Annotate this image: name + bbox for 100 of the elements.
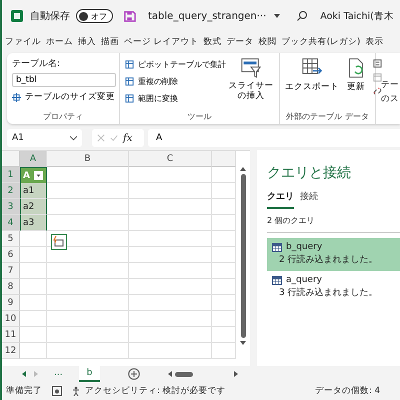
grid-cell[interactable] [20,327,47,343]
grid-cell[interactable] [47,279,129,295]
grid-cell[interactable] [20,247,47,263]
horizontal-scrollbar[interactable] [175,372,194,376]
grid-cell[interactable] [47,199,129,215]
grid-cell[interactable] [129,311,212,327]
grid-cell[interactable] [212,247,236,263]
query-item[interactable]: a_query 3 行読み込まれました。 [267,271,400,304]
unlink-icon[interactable] [373,87,382,96]
row-header[interactable]: 9 [2,295,20,311]
ribbon-button-label[interactable]: のス [381,93,399,105]
scroll-left-icon[interactable] [168,371,172,377]
next-sheet-icon[interactable] [34,371,38,377]
save-icon[interactable] [123,10,136,22]
menu-tab[interactable]: ブック共有(レガシ) [282,36,360,48]
grid-cell[interactable] [129,327,212,343]
grid-cell[interactable] [20,295,47,311]
menu-tab[interactable]: 数式 [204,36,222,48]
grid-cell[interactable] [212,263,236,279]
grid-cell[interactable] [20,231,47,247]
tool-button[interactable]: 重複の削除 [125,74,226,88]
table-cell[interactable]: a3 [20,215,47,231]
user-name[interactable]: Aoki Taichi(青木 [320,10,394,22]
table-cell[interactable]: a1 [20,183,47,199]
grid-cell[interactable] [129,183,212,199]
menu-tab[interactable]: データ [226,36,254,48]
menu-tab[interactable]: 表示 [365,36,384,48]
scroll-right-icon[interactable] [234,371,238,377]
column-header[interactable]: B [47,151,129,167]
grid-cell[interactable] [47,343,129,359]
file-name[interactable]: table_query_strangen··· [148,10,266,22]
table-cell[interactable]: a2 [20,199,47,215]
grid-cell[interactable] [47,215,129,231]
grid-cell[interactable] [20,263,47,279]
grid-cell[interactable] [129,343,212,359]
table-name-field[interactable]: b_tbl [12,73,116,87]
grid-cell[interactable] [47,327,129,343]
accessibility-status[interactable]: アクセシビリティ: 検討が必要です [72,385,226,397]
grid-cell[interactable] [129,231,212,247]
row-header[interactable]: 1 [2,167,20,183]
add-sheet-icon[interactable] [128,368,140,380]
resize-table-button[interactable]: テーブルのサイズ変更 [12,90,114,104]
grid-cell[interactable] [20,343,47,359]
grid-cell[interactable] [129,279,212,295]
insert-slicer-button[interactable]: スライサーの挿入 [228,57,274,111]
grid-cell[interactable] [47,311,129,327]
grid-cell[interactable] [47,263,129,279]
pane-tab[interactable]: クエリ [267,190,294,209]
grid-cell[interactable] [212,295,236,311]
grid-cell[interactable] [129,263,212,279]
sheet-tab[interactable]: ... [46,366,71,382]
grid-cell[interactable] [212,311,236,327]
scroll-up-icon[interactable] [240,167,246,171]
grid-cell[interactable] [129,167,212,183]
grid-cell[interactable] [47,295,129,311]
grid-cell[interactable] [129,247,212,263]
query-item[interactable]: b_query 2 行読み込まれました。 [267,238,400,271]
grid-cell[interactable] [20,279,47,295]
grid-cell[interactable] [212,231,236,247]
row-header[interactable]: 11 [2,327,20,343]
select-all-corner[interactable] [2,151,20,167]
check-icon[interactable] [110,134,118,142]
row-header[interactable]: 5 [2,231,20,247]
ribbon-button-label[interactable]: テー [381,79,399,91]
row-header[interactable]: 6 [2,247,20,263]
grid-cell[interactable] [212,183,236,199]
grid-cell[interactable] [20,311,47,327]
refresh-button[interactable]: 更新 [345,57,367,111]
row-header[interactable]: 12 [2,343,20,359]
export-button[interactable]: エクスポート [285,57,339,111]
autosave-toggle[interactable]: オフ [76,9,113,23]
formula-field[interactable]: A [148,129,400,147]
grid-cell[interactable] [212,327,236,343]
pane-tab[interactable]: 接続 [300,190,318,209]
macro-record-icon[interactable] [52,386,62,396]
row-header[interactable]: 8 [2,279,20,295]
grid-cell[interactable] [212,167,236,183]
grid-cell[interactable] [212,279,236,295]
filter-dropdown-icon[interactable] [34,171,43,180]
row-header[interactable]: 7 [2,263,20,279]
browser-icon[interactable] [373,73,382,82]
menu-tab[interactable]: ファイル [5,36,41,48]
tool-button[interactable]: ピボットテーブルで集計 [125,57,226,71]
grid-cell[interactable] [212,199,236,215]
menu-tab[interactable]: 描画 [101,36,119,48]
vertical-scrollbar[interactable] [240,174,246,338]
row-header[interactable]: 10 [2,311,20,327]
row-header[interactable]: 3 [2,199,20,215]
grid-cell[interactable] [212,343,236,359]
insert-function-button[interactable]: fx [123,132,132,144]
column-header[interactable]: C [129,151,212,167]
menu-tab[interactable]: ホーム [46,36,73,48]
menu-tab[interactable]: ページ レイアウト [124,36,199,48]
grid-cell[interactable] [129,295,212,311]
grid-cell[interactable] [129,215,212,231]
quick-analysis-popup[interactable] [51,234,67,250]
grid-cell[interactable] [47,167,129,183]
previous-sheet-icon[interactable] [22,371,26,377]
grid-cell[interactable] [47,183,129,199]
scroll-down-icon[interactable] [240,341,246,345]
